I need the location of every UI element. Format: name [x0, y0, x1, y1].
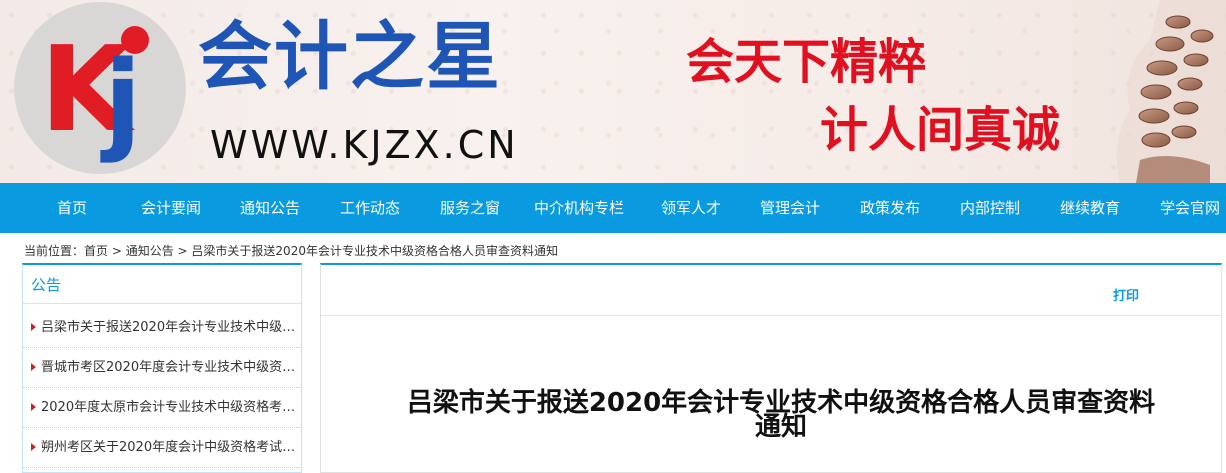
breadcrumb-section-link[interactable]: 通知公告: [126, 244, 174, 258]
slogan-line-2: 计人间真诚: [820, 102, 1061, 158]
breadcrumb-prefix: 当前位置：: [24, 244, 85, 258]
breadcrumb: 当前位置：首页 > 通知公告 > 吕梁市关于报送2020年会计专业技术中级资格合…: [24, 243, 558, 259]
sidebar-list-item[interactable]: 朔州考区关于2020年度会计中级资格考试合格人员资格审核的通知: [23, 428, 307, 468]
sidebar-divider: [23, 303, 301, 304]
logo-letter-j: j: [104, 37, 142, 165]
sidebar-item-label: 朔州考区关于2020年度会计中级资格考试合格人员资格审核的通知: [41, 440, 307, 455]
nav-item-service-window[interactable]: 服务之窗: [440, 183, 500, 233]
sidebar-item-label: 2020年度太原市会计专业技术中级资格考试合格人员资格审核: [41, 400, 307, 415]
sidebar-list-item[interactable]: 吕梁市关于报送2020年会计专业技术中级资格合格人员审查资料通知: [23, 308, 307, 348]
breadcrumb-separator: >: [173, 244, 192, 258]
nav-item-leading-talent[interactable]: 领军人才: [661, 183, 721, 233]
nav-item-internal-control[interactable]: 内部控制: [960, 183, 1020, 233]
nav-item-home[interactable]: 首页: [57, 183, 87, 233]
abacus-decoration-icon: [1116, 0, 1226, 183]
logo-dot: [121, 26, 149, 54]
triangle-bullet-icon: [31, 363, 36, 371]
nav-item-continuing-education[interactable]: 继续教育: [1060, 183, 1120, 233]
sidebar-item-label: 晋城市考区2020年度会计专业技术中级资格考试合格人员资格审核: [41, 360, 307, 375]
nav-item-agency-column[interactable]: 中介机构专栏: [534, 183, 624, 233]
article-panel: 打印 吕梁市关于报送2020年会计专业技术中级资格合格人员审查资料通知: [320, 263, 1222, 473]
sidebar-list-item[interactable]: 2020年度太原市会计专业技术中级资格考试合格人员资格审核: [23, 388, 307, 428]
nav-item-society-website[interactable]: 学会官网: [1160, 183, 1220, 233]
toolbar-divider: [321, 315, 1221, 316]
slogan-line-1: 会天下精粹: [686, 34, 927, 90]
print-link[interactable]: 打印: [1113, 285, 1139, 304]
site-banner: K j 会计之星 WWW.KJZX.CN 会天下精粹 计人间真诚: [0, 0, 1226, 183]
breadcrumb-home-link[interactable]: 首页: [84, 244, 108, 258]
nav-item-management-accounting[interactable]: 管理会计: [760, 183, 820, 233]
sidebar-item-label: 吕梁市关于报送2020年会计专业技术中级资格合格人员审查资料通知: [41, 320, 307, 335]
nav-item-work-updates[interactable]: 工作动态: [340, 183, 400, 233]
triangle-bullet-icon: [31, 443, 36, 451]
triangle-bullet-icon: [31, 403, 36, 411]
nav-item-announcements[interactable]: 通知公告: [240, 183, 300, 233]
sidebar-title: 公告: [31, 276, 62, 294]
sidebar-list-item[interactable]: 晋城市考区2020年度会计专业技术中级资格考试合格人员资格审核: [23, 348, 307, 388]
main-nav: 首页 会计要闻 通知公告 工作动态 服务之窗 中介机构专栏 领军人才 管理会计 …: [0, 183, 1226, 233]
article-title: 吕梁市关于报送2020年会计专业技术中级资格合格人员审查资料通知: [406, 388, 1156, 442]
brand-name: 会计之星: [198, 14, 502, 100]
brand-url: WWW.KJZX.CN: [210, 123, 519, 167]
nav-item-accounting-news[interactable]: 会计要闻: [141, 183, 201, 233]
announcement-sidebar: 公告 吕梁市关于报送2020年会计专业技术中级资格合格人员审查资料通知 晋城市考…: [22, 263, 307, 473]
breadcrumb-current: 吕梁市关于报送2020年会计专业技术中级资格合格人员审查资料通知: [191, 244, 558, 258]
breadcrumb-separator: >: [108, 244, 126, 258]
nav-item-policy-release[interactable]: 政策发布: [860, 183, 920, 233]
triangle-bullet-icon: [31, 323, 36, 331]
